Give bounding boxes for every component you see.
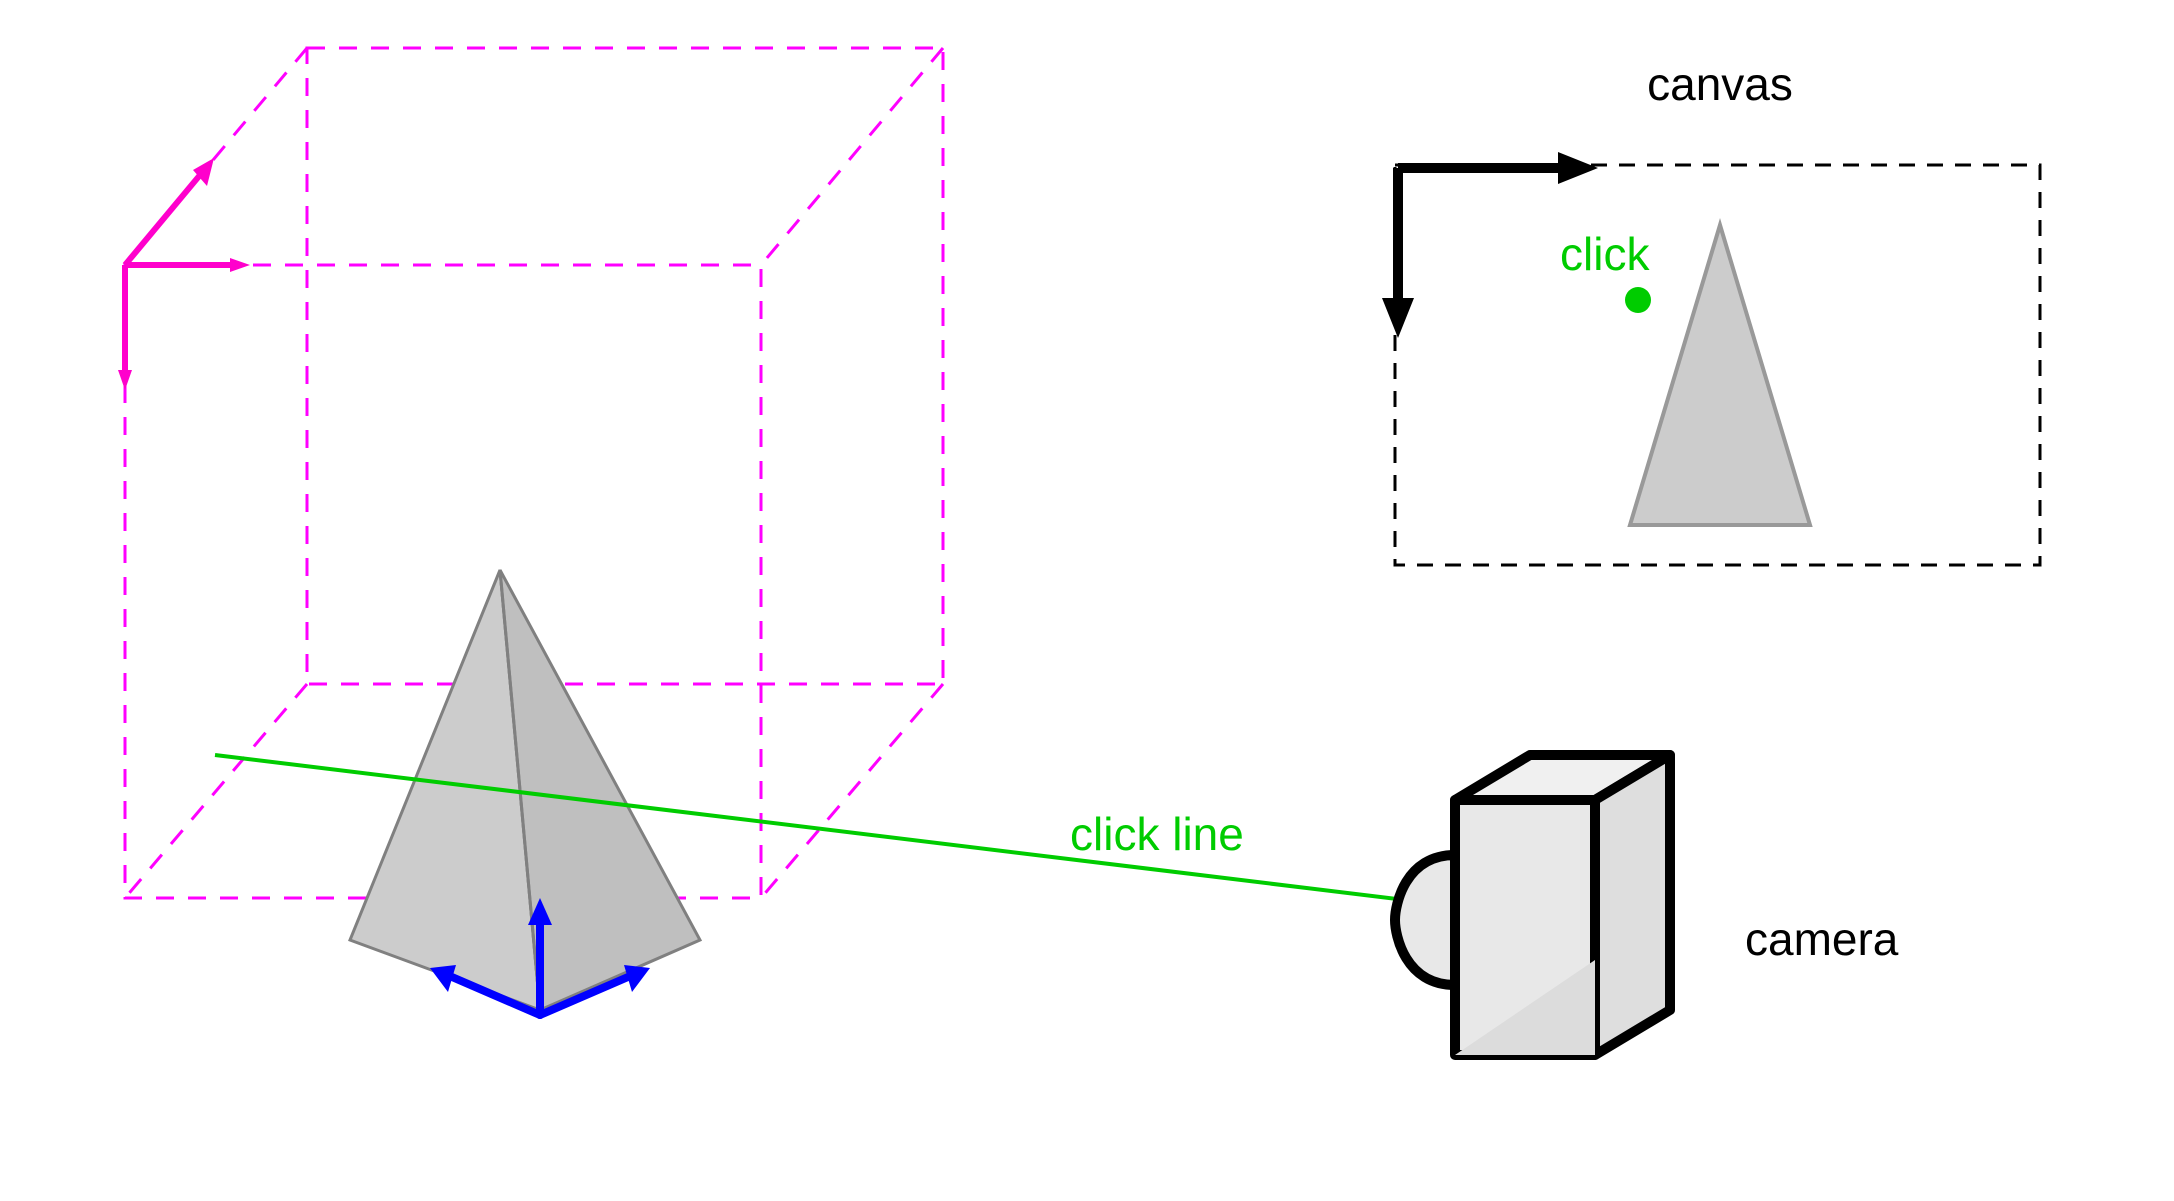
click-label: click (1560, 228, 1650, 280)
canvas-triangle (1630, 225, 1810, 525)
cube-axes-icon (118, 158, 250, 390)
canvas-label: canvas (1647, 58, 1793, 110)
click-line-label: click line (1070, 808, 1244, 860)
click-dot (1625, 287, 1651, 313)
camera-icon (1395, 755, 1670, 1055)
pyramid (350, 570, 700, 1010)
canvas-panel: canvas click (1382, 58, 2040, 565)
camera-label: camera (1745, 913, 1899, 965)
diagram-root: click line camera canvas click (0, 0, 2174, 1201)
